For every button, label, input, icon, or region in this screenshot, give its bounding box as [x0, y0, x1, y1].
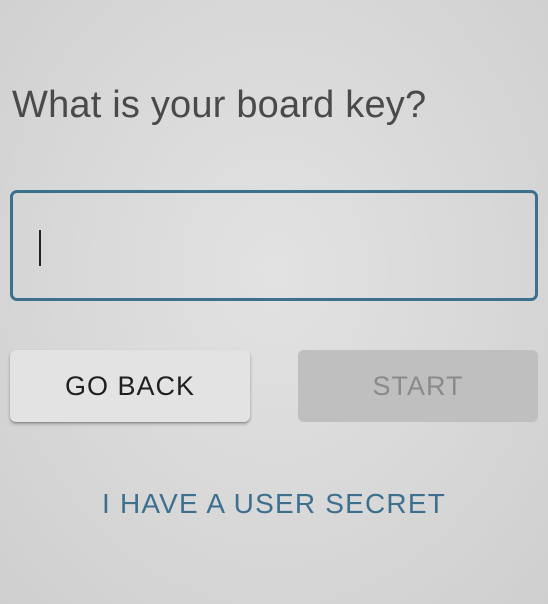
text-cursor: [39, 230, 41, 266]
board-key-field[interactable]: [10, 190, 538, 301]
go-back-button[interactable]: GO BACK: [10, 350, 250, 422]
user-secret-link[interactable]: I HAVE A USER SECRET: [0, 488, 548, 520]
board-key-input[interactable]: [13, 193, 535, 298]
start-button[interactable]: START: [298, 350, 538, 422]
page-title: What is your board key?: [12, 84, 427, 126]
